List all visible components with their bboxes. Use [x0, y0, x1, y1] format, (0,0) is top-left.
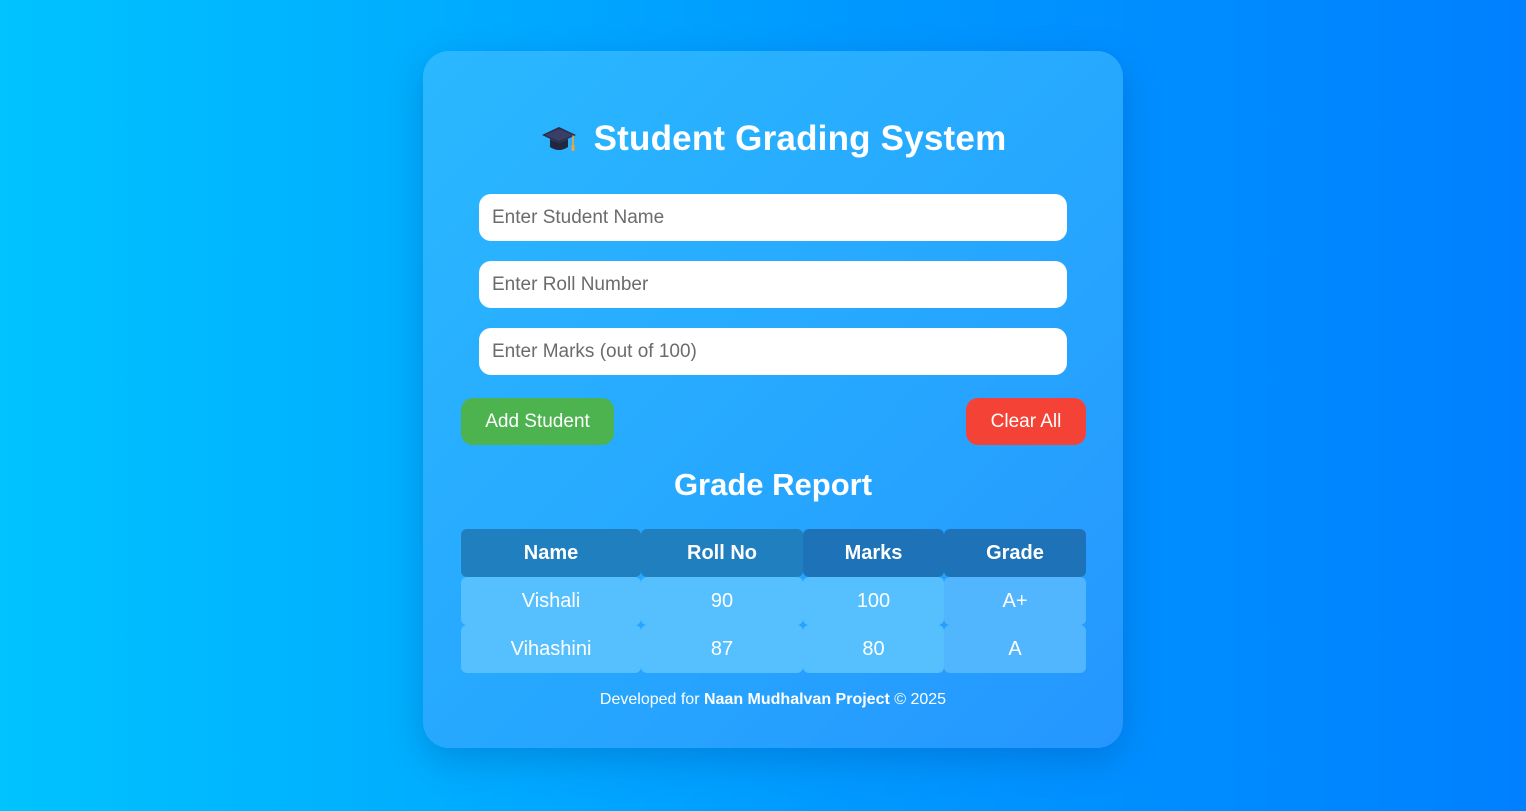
page-title: Student Grading System [593, 119, 1007, 158]
cell-roll-no: 87 [641, 625, 803, 673]
footer-project-name: Naan Mudhalvan Project [703, 691, 890, 708]
cell-roll-no: 90 [641, 577, 803, 625]
column-header-grade: Grade [944, 529, 1086, 577]
grading-card: Student Grading System Add Student Clear… [423, 51, 1123, 748]
table-header-row: Name Roll No Marks Grade [461, 529, 1086, 577]
grade-report-title: Grade Report [673, 467, 873, 502]
cell-name: Vihashini [461, 625, 641, 673]
footer-copyright: © 2025 [889, 691, 947, 708]
clear-all-button[interactable]: Clear All [966, 398, 1086, 445]
student-name-input[interactable] [479, 194, 1067, 241]
marks-input[interactable] [479, 328, 1067, 375]
roll-number-input[interactable] [479, 261, 1067, 308]
table-row: Vihashini 87 80 A [461, 625, 1086, 673]
column-header-name: Name [461, 529, 641, 577]
page-header: Student Grading System [423, 117, 1123, 161]
column-header-roll-no: Roll No [641, 529, 803, 577]
cell-name: Vishali [461, 577, 641, 625]
grade-report-table: Name Roll No Marks Grade Vishali 90 100 … [461, 529, 1086, 673]
cell-marks: 80 [803, 625, 944, 673]
cell-marks: 100 [803, 577, 944, 625]
footer: Developed for Naan Mudhalvan Project © 2… [423, 691, 1123, 709]
add-student-button[interactable]: Add Student [461, 398, 614, 445]
graduation-cap-icon [540, 120, 578, 158]
column-header-marks: Marks [803, 529, 944, 577]
cell-grade: A+ [944, 577, 1086, 625]
footer-prefix: Developed for [599, 691, 704, 708]
table-row: Vishali 90 100 A+ [461, 577, 1086, 625]
cell-grade: A [944, 625, 1086, 673]
